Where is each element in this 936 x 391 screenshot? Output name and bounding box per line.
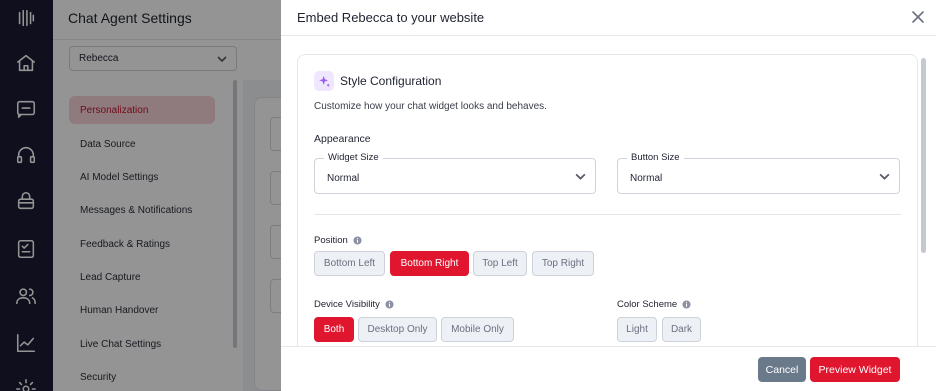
appearance-label: Appearance — [314, 133, 371, 145]
style-config-card: Style Configuration Customize how your c… — [297, 54, 918, 346]
color-scheme-option-dark[interactable]: Dark — [662, 317, 701, 342]
modal-body: Style Configuration Customize how your c… — [281, 36, 936, 346]
button-size-select[interactable]: Button Size Normal — [617, 152, 900, 194]
device-visibility-label-row: Device Visibility — [314, 299, 394, 310]
color-scheme-label: Color Scheme — [617, 299, 678, 310]
device-visibility-label: Device Visibility — [314, 299, 380, 310]
widget-size-select[interactable]: Widget Size Normal — [314, 152, 596, 194]
info-icon[interactable] — [385, 300, 394, 309]
modal-scrollbar[interactable] — [921, 58, 926, 253]
chevron-down-icon — [575, 173, 586, 180]
widget-size-label: Widget Size — [324, 152, 383, 163]
sparkle-icon — [314, 71, 334, 91]
position-option-bottom-left[interactable]: Bottom Left — [314, 251, 385, 276]
modal-footer: Cancel Preview Widget — [281, 346, 936, 391]
style-config-subtitle: Customize how your chat widget looks and… — [314, 101, 547, 112]
style-config-title: Style Configuration — [340, 74, 442, 88]
info-icon[interactable] — [682, 300, 691, 309]
color-scheme-option-light[interactable]: Light — [617, 317, 657, 342]
section-divider — [314, 214, 901, 215]
info-icon[interactable] — [353, 236, 362, 245]
color-scheme-label-row: Color Scheme — [617, 299, 691, 310]
cancel-button[interactable]: Cancel — [758, 357, 806, 382]
close-icon — [912, 11, 924, 23]
embed-modal: Embed Rebecca to your website Style Conf… — [281, 0, 936, 391]
device-option-both[interactable]: Both — [314, 317, 354, 342]
position-option-bottom-right[interactable]: Bottom Right — [390, 251, 469, 276]
chevron-down-icon — [879, 173, 890, 180]
button-size-value: Normal — [630, 173, 663, 184]
position-option-top-left[interactable]: Top Left — [473, 251, 527, 276]
device-option-desktop-only[interactable]: Desktop Only — [358, 317, 437, 342]
widget-size-value: Normal — [327, 173, 360, 184]
position-label-row: Position — [314, 235, 362, 246]
device-option-mobile-only[interactable]: Mobile Only — [441, 317, 514, 342]
position-label: Position — [314, 235, 348, 246]
position-option-top-right[interactable]: Top Right — [532, 251, 594, 276]
button-size-label: Button Size — [627, 152, 684, 163]
preview-widget-button[interactable]: Preview Widget — [810, 357, 900, 382]
modal-header: Embed Rebecca to your website — [281, 0, 936, 36]
modal-title: Embed Rebecca to your website — [297, 10, 485, 25]
close-button[interactable] — [910, 9, 926, 25]
